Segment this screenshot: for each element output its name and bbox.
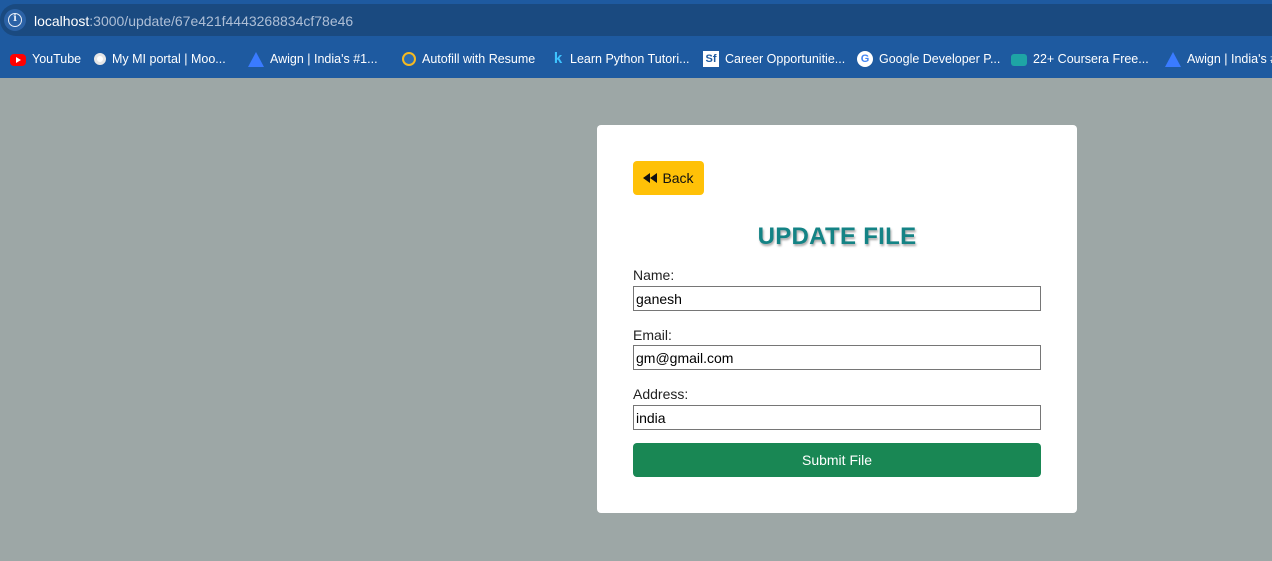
google-icon: G	[857, 51, 873, 67]
name-label: Name:	[633, 267, 675, 283]
bookmark-label: Awign | India's #1...	[270, 52, 378, 66]
url-path: :3000/update/67e421f4443268834cf78e46	[89, 13, 354, 29]
bookmark-label: Google Developer P...	[879, 52, 1001, 66]
bookmark-mi-portal[interactable]: My MI portal | Moo...	[94, 50, 226, 68]
bookmark-label: Career Opportunitie...	[725, 52, 846, 66]
bookmark-label: Learn Python Tutori...	[570, 52, 690, 66]
bookmark-google-developer[interactable]: G Google Developer P...	[857, 50, 1000, 68]
bookmark-learn-python[interactable]: k Learn Python Tutori...	[552, 50, 690, 68]
bookmark-coursera[interactable]: 22+ Coursera Free...	[1011, 50, 1149, 68]
portal-icon	[94, 53, 106, 65]
address-bar: i localhost:3000/update/67e421f444326883…	[0, 0, 1272, 40]
sf-icon: Sf	[703, 51, 719, 67]
url-field[interactable]: i localhost:3000/update/67e421f444326883…	[0, 4, 1272, 36]
page-title: UPDATE FILE	[757, 223, 917, 250]
bookmark-label: My MI portal | Moo...	[112, 52, 226, 66]
bookmarks-bar: YouTube My MI portal | Moo... Awign | In…	[0, 40, 1272, 78]
back-button[interactable]: Back	[633, 161, 704, 195]
bookmark-awign-2[interactable]: Awign | India's #	[1165, 50, 1272, 68]
k-icon: k	[553, 50, 563, 67]
youtube-icon	[10, 54, 26, 66]
bookmark-label: 22+ Coursera Free...	[1033, 52, 1149, 66]
bookmark-career[interactable]: Sf Career Opportunitie...	[703, 50, 845, 68]
rewind-icon	[643, 173, 658, 183]
bookmark-label: YouTube	[32, 52, 82, 66]
email-field[interactable]	[633, 345, 1041, 370]
email-label: Email:	[633, 327, 672, 343]
update-form-card: Back UPDATE FILE Name: Email: Address: S…	[597, 125, 1077, 513]
bookmark-youtube[interactable]: YouTube	[10, 50, 81, 68]
bookmark-label: Awign | India's #	[1187, 52, 1272, 66]
address-field[interactable]	[633, 405, 1041, 430]
url-text[interactable]: localhost:3000/update/67e421f4443268834c…	[34, 13, 353, 29]
back-button-label: Back	[662, 170, 694, 186]
autofill-icon	[402, 52, 416, 66]
awign-icon	[1165, 51, 1181, 67]
info-icon[interactable]: i	[4, 9, 26, 31]
bookmark-awign[interactable]: Awign | India's #1...	[248, 50, 378, 68]
url-host: localhost	[34, 13, 90, 29]
address-label: Address:	[633, 386, 689, 402]
awign-icon	[248, 51, 264, 67]
coursera-icon	[1011, 54, 1027, 66]
submit-button[interactable]: Submit File	[633, 443, 1041, 477]
name-field[interactable]	[633, 286, 1041, 311]
bookmark-label: Autofill with Resume	[422, 52, 536, 66]
bookmark-autofill[interactable]: Autofill with Resume	[402, 50, 535, 68]
